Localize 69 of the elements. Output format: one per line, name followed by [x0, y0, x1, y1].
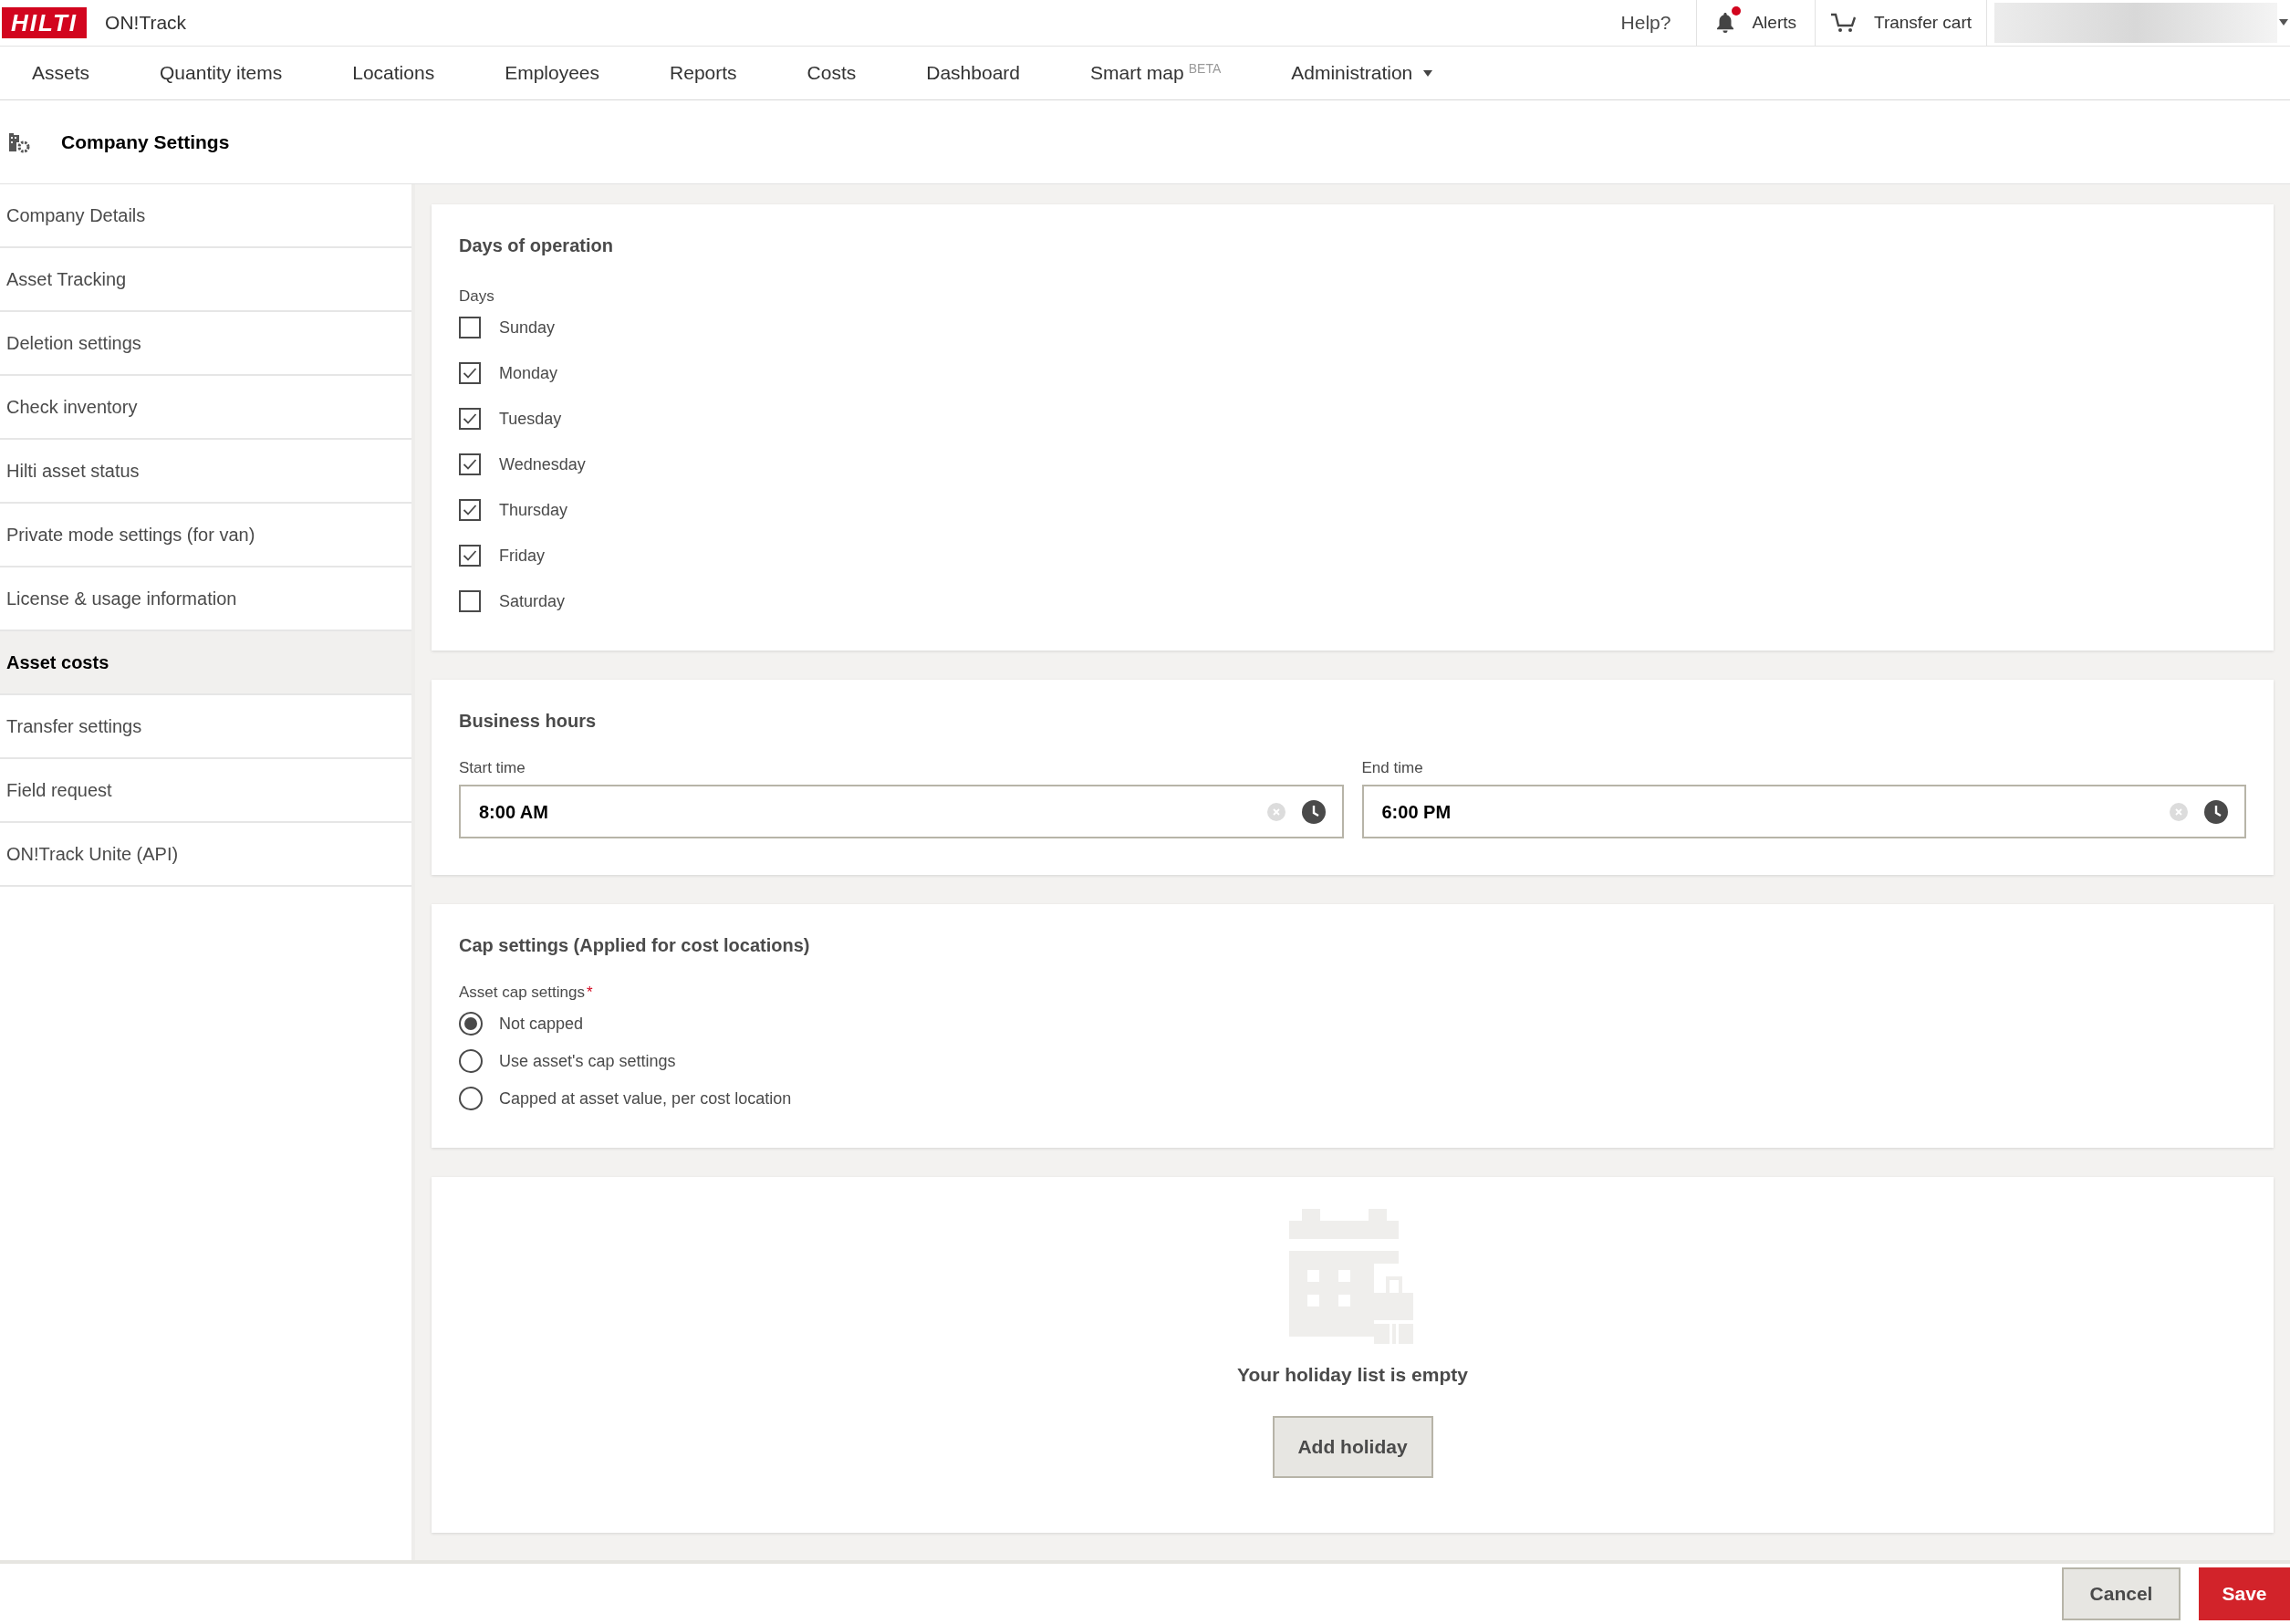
caret-icon[interactable]	[2279, 19, 2288, 26]
checkbox-label: Tuesday	[499, 408, 562, 430]
clock-icon[interactable]	[2204, 799, 2228, 824]
check-icon	[463, 412, 477, 425]
time-field[interactable]: 6:00 PM	[1361, 785, 2246, 838]
checkbox-label: Thursday	[499, 499, 568, 521]
logo[interactable]: HILTI	[2, 7, 88, 38]
nav-tab[interactable]: Assets	[32, 47, 90, 99]
sidebar-item[interactable]: Private mode settings (for van)	[0, 504, 411, 567]
clock-icon[interactable]	[1301, 799, 1326, 824]
add-holiday-button[interactable]: Add holiday	[1272, 1416, 1433, 1478]
nav-tab[interactable]: Quantity items	[160, 47, 283, 99]
radio-button[interactable]	[459, 1087, 483, 1110]
checkbox[interactable]	[459, 362, 481, 384]
sidebar-item[interactable]: Deletion settings	[0, 312, 411, 376]
transfer-cart-button[interactable]: Transfer cart	[1816, 0, 1987, 46]
cancel-button[interactable]: Cancel	[2062, 1567, 2181, 1620]
checkbox[interactable]	[459, 545, 481, 567]
check-icon	[463, 549, 477, 562]
sidebar-item[interactable]: Check inventory	[0, 376, 411, 440]
field-label: Days	[459, 286, 495, 307]
sidebar-item[interactable]: ON!Track Unite (API)	[0, 823, 411, 887]
check-icon	[463, 367, 477, 380]
save-button[interactable]: Save	[2199, 1567, 2290, 1620]
checkbox-label: Monday	[499, 362, 558, 384]
app-name: ON!Track	[105, 11, 187, 36]
nav-tab[interactable]: Smart map $^{BETA}$	[1090, 47, 1222, 99]
checkbox[interactable]	[459, 590, 481, 612]
nav-tab[interactable]: Administration	[1291, 47, 1433, 99]
checkbox[interactable]	[459, 499, 481, 521]
bell-icon	[1715, 12, 1736, 34]
alerts-button[interactable]: Alerts	[1697, 0, 1816, 46]
sidebar-item[interactable]: Asset Tracking	[0, 248, 411, 312]
radio-label: Use asset's cap settings	[499, 1050, 676, 1072]
sidebar-item[interactable]: Hilti asset status	[0, 440, 411, 504]
card-title: Days of operation	[459, 234, 614, 257]
sidebar-item[interactable]: Field request	[0, 759, 411, 823]
empty-state-text: Your holiday list is empty	[1237, 1362, 1468, 1387]
check-icon	[463, 458, 477, 471]
check-icon	[463, 504, 477, 516]
sidebar-item[interactable]: Asset costs	[0, 631, 411, 695]
radio-button[interactable]	[459, 1049, 483, 1073]
nav-tab[interactable]: Employees	[505, 47, 600, 99]
nav-tab[interactable]: Locations	[352, 47, 435, 99]
radio-label: Capped at asset value, per cost location	[499, 1088, 792, 1109]
checkbox-label: Friday	[499, 545, 545, 567]
field-label: Asset cap settings*	[459, 983, 594, 1003]
cart-icon	[1830, 12, 1858, 34]
checkbox-label: Wednesday	[499, 453, 586, 475]
help-link[interactable]: Help?	[1595, 0, 1698, 46]
card-title: Cap settings (Applied for cost locations)	[459, 934, 811, 957]
nav-tab[interactable]: Reports	[670, 47, 737, 99]
sidebar-item[interactable]: Company Details	[0, 184, 411, 248]
checkbox[interactable]	[459, 453, 481, 475]
sidebar-item[interactable]: Transfer settings	[0, 695, 411, 759]
card-title: Business hours	[459, 709, 598, 733]
building-gear-icon	[8, 130, 32, 153]
field-label: End time	[1361, 757, 1424, 778]
checkbox-label: Saturday	[499, 590, 566, 612]
page-title: Company Settings	[61, 130, 230, 154]
radio-label: Not capped	[499, 1013, 584, 1035]
radio-button[interactable]	[459, 1012, 483, 1036]
time-field[interactable]: 8:00 AM	[459, 785, 1344, 838]
checkbox[interactable]	[459, 317, 481, 338]
field-label: Start time	[459, 757, 526, 778]
checkbox[interactable]	[459, 408, 481, 430]
nav-tab[interactable]: Dashboard	[926, 47, 1020, 99]
nav-tab[interactable]: Costs	[807, 47, 857, 99]
checkbox-label: Sunday	[499, 317, 556, 338]
